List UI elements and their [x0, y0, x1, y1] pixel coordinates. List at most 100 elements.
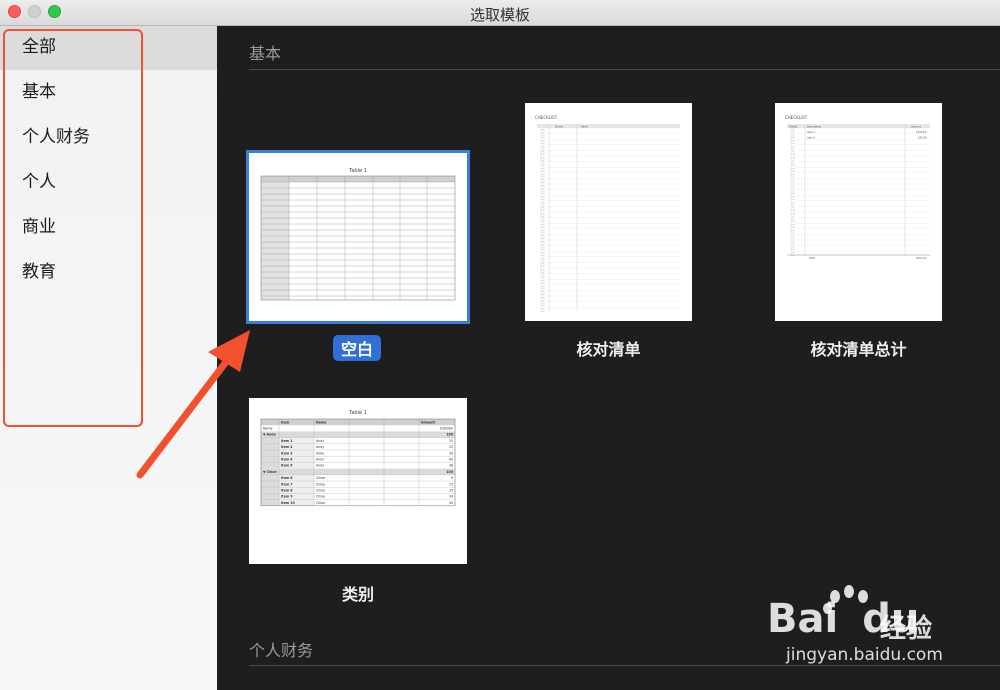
table-cell-text: 25 — [449, 489, 453, 493]
checkbox — [540, 201, 545, 206]
table-cell-text: Chloe — [316, 476, 325, 480]
row-gutter — [261, 462, 279, 469]
checkbox — [790, 179, 795, 183]
table-cell-text: 40 — [449, 458, 453, 462]
checkbox — [790, 145, 795, 150]
checkbox — [790, 201, 795, 206]
group-row — [261, 468, 455, 475]
table-cell-text: 100 — [446, 470, 453, 474]
watermark-cn: 经验 — [880, 614, 933, 644]
checkbox — [790, 162, 795, 167]
checkbox — [540, 162, 545, 167]
row-gutter — [261, 487, 279, 494]
row-gutter — [261, 437, 279, 444]
table-cell-text: Andy — [316, 464, 324, 468]
categories-table-preview: Item Name Amount Name Subtotal ▼ Andy 150 Item … — [260, 418, 456, 507]
row-gutter — [261, 493, 279, 500]
preview-total-label: Total — [809, 256, 815, 260]
row-gutter — [261, 499, 279, 506]
checkbox — [540, 179, 545, 183]
checkbox — [790, 241, 795, 245]
checkbox — [790, 173, 795, 178]
preview-row-desc: Item 2 — [807, 136, 815, 140]
checkbox — [540, 246, 545, 251]
watermark-url: jingyan.baidu.com — [786, 645, 943, 665]
table-cell-text: Andy — [316, 451, 324, 455]
checkbox — [790, 157, 795, 161]
checkbox — [540, 297, 545, 301]
checkbox — [540, 308, 545, 312]
checkbox — [540, 302, 545, 307]
window-title: 选取模板 — [469, 6, 530, 24]
table-cell-text: 45 — [449, 501, 453, 505]
template-thumbnail-checklist[interactable]: CHECKLIST Done Task — [525, 103, 692, 321]
table-cell-text: Item — [281, 420, 290, 424]
checkbox — [790, 246, 795, 251]
checkbox — [790, 224, 795, 228]
checkbox — [540, 140, 545, 144]
template-thumbnail-blank[interactable]: Table 1 — [246, 150, 470, 324]
checkbox — [540, 263, 545, 267]
checkbox — [790, 190, 795, 195]
table-cell-text: Item 6 — [281, 476, 293, 480]
table-cell-text: 30 — [449, 451, 453, 455]
section-divider — [249, 69, 1000, 70]
checkbox — [540, 274, 545, 279]
checkbox — [540, 129, 545, 133]
table-cell-text: Item 7 — [281, 482, 293, 486]
template-label-checklist[interactable]: 核对清单 — [525, 336, 692, 360]
checkbox — [790, 218, 795, 223]
annotation-highlight-box — [3, 29, 143, 427]
row-gutter — [261, 456, 279, 463]
row-gutter — [261, 474, 279, 481]
table-cell-text: Chloe — [316, 482, 325, 486]
table-cell-text: 15 — [449, 482, 453, 486]
table-cell-text: 38 — [449, 464, 453, 468]
table-cell-text: 25 — [449, 445, 453, 449]
checkbox — [790, 168, 795, 172]
table-cell-text: ▼ Andy — [263, 433, 277, 437]
table-cell-text: Andy — [316, 439, 324, 443]
section-title-basic: 基本 — [249, 44, 282, 63]
preview-row-amount: $50.00 — [918, 136, 927, 140]
checkbox — [540, 213, 545, 217]
table-cell-text: Item 2 — [281, 445, 293, 449]
checkbox — [790, 129, 795, 133]
template-thumbnail-categories[interactable]: Table 1 Item Name Amount Name Subtotal ▼ Andy… — [249, 398, 467, 564]
table-cell-text: Item 10 — [281, 501, 296, 505]
section-title-personal-finance: 个人财务 — [249, 641, 314, 660]
checklist-total-preview: Yes/No Description Amount Item 1 $100.00… — [787, 124, 930, 260]
checkbox — [540, 285, 545, 290]
group-row — [261, 431, 455, 438]
template-thumbnail-checklist-total[interactable]: CHECKLIST Yes/No Description Amount Item… — [775, 103, 942, 321]
table-cell-text: Item 8 — [281, 489, 293, 493]
table-cell-text: 15 — [449, 439, 453, 443]
blank-table-preview — [260, 175, 456, 301]
template-label-categories[interactable]: 类别 — [249, 581, 467, 605]
checkbox — [790, 207, 795, 211]
checkbox — [540, 218, 545, 223]
table-cell-text: Chloe — [316, 489, 325, 493]
table-cell-text: Item 5 — [281, 464, 293, 468]
checkbox — [540, 145, 545, 150]
checklist-preview: Done Task — [537, 124, 680, 312]
template-label-checklist-total[interactable]: 核对清单总计 — [775, 336, 942, 360]
title-bar: 选取模板 — [0, 0, 1000, 26]
table-cell-text: Name — [316, 420, 326, 424]
checkbox — [540, 280, 545, 284]
template-gallery[interactable]: 基本 Table 1 空白 CHECKLIST Done Task 核对清单 C… — [217, 26, 1000, 690]
template-label-blank[interactable]: 空白 — [333, 335, 382, 361]
checkbox — [540, 151, 545, 155]
checkbox — [540, 229, 545, 234]
table-cell-text: Item 1 — [281, 439, 293, 443]
table-cell-text: Item 3 — [281, 451, 293, 455]
checkbox — [540, 134, 545, 139]
row-gutter — [261, 443, 279, 450]
table-cell-text: Amount — [421, 420, 436, 424]
table-cell-text: Chloe — [316, 501, 325, 505]
table-cell-text: Chloe — [316, 495, 325, 499]
preview-total-value: $150.00 — [916, 256, 927, 260]
preview-row-desc: Item 1 — [807, 130, 815, 134]
checkbox — [790, 235, 795, 239]
table-cell-text: Item 4 — [281, 458, 293, 462]
